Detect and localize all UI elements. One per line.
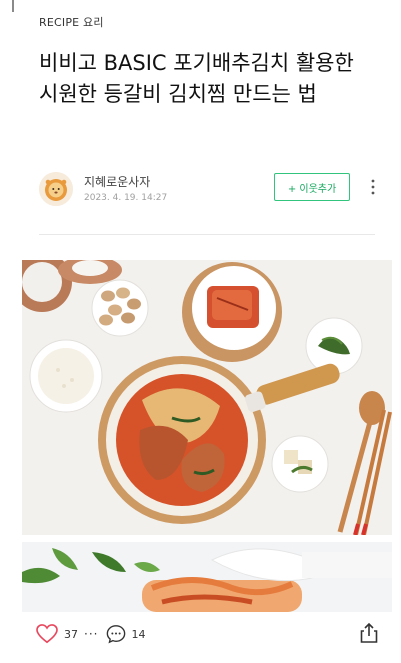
more-icon[interactable] <box>366 176 380 198</box>
engagement-group: 37 ··· 14 <box>36 622 145 646</box>
heart-icon[interactable] <box>36 624 58 644</box>
comment-icon[interactable] <box>98 624 126 644</box>
header-divider <box>39 234 375 235</box>
author-row: 지혜로운사자 2023. 4. 19. 14:27 + 이웃추가 <box>39 170 379 210</box>
more-separator: ··· <box>84 627 99 641</box>
kimchi-jjim-hero-photo[interactable] <box>22 260 392 535</box>
post-title: 비비고 BASIC 포기배추김치 활용한 시원한 등갈비 김치찜 만드는 법 <box>39 51 354 106</box>
share-icon[interactable] <box>359 622 379 644</box>
like-count[interactable]: 37 <box>64 628 78 641</box>
lion-avatar-icon[interactable] <box>39 172 73 206</box>
post-date: 2023. 4. 19. 14:27 <box>84 193 168 203</box>
kimchi-handling-photo[interactable] <box>22 542 392 612</box>
add-neighbor-button[interactable]: + 이웃추가 <box>274 173 350 201</box>
author-name[interactable]: 지혜로운사자 <box>84 173 150 190</box>
scroll-edge-indicator <box>12 0 14 12</box>
comment-count[interactable]: 14 <box>131 628 145 641</box>
post-category[interactable]: RECIPE 요리 <box>39 14 104 30</box>
post-action-bar: 37 ··· 14 <box>0 612 401 663</box>
